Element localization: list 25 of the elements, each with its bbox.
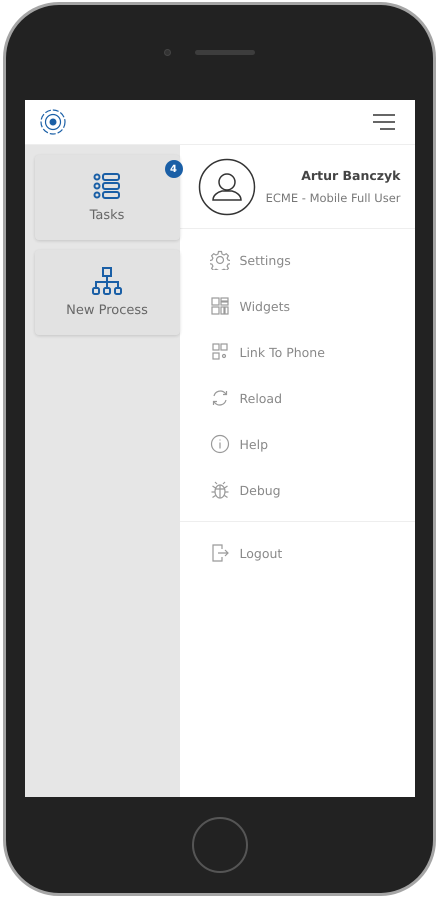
avatar-icon [198,158,256,216]
menu-item[interactable]: Widgets [210,283,414,329]
list-icon [93,172,121,200]
menu-icon[interactable] [372,114,394,130]
qr-icon [210,342,230,362]
gear-icon [210,250,230,270]
user-name: Artur Banczyk [301,168,400,183]
menu-item[interactable]: Debug [210,467,414,513]
tile[interactable]: Tasks 4 [34,155,180,240]
widgets-icon [210,296,230,316]
menu-item[interactable]: Link To Phone [210,329,414,375]
bug-icon [210,480,230,500]
menu-item[interactable]: Settings [210,237,414,283]
speaker-grille [195,50,255,55]
info-icon [210,434,230,454]
logout-icon [210,543,230,563]
hierarchy-icon [92,267,122,295]
camera-dot [164,49,171,56]
logo-icon [38,108,66,136]
logout-item[interactable]: Logout [210,530,414,576]
menu-item[interactable]: Reload [210,375,414,421]
user-role: ECME - Mobile Full User [266,191,400,205]
count-badge: 4 [164,160,182,178]
menu-item[interactable]: Help [210,421,414,467]
tile[interactable]: New Process [34,250,180,335]
